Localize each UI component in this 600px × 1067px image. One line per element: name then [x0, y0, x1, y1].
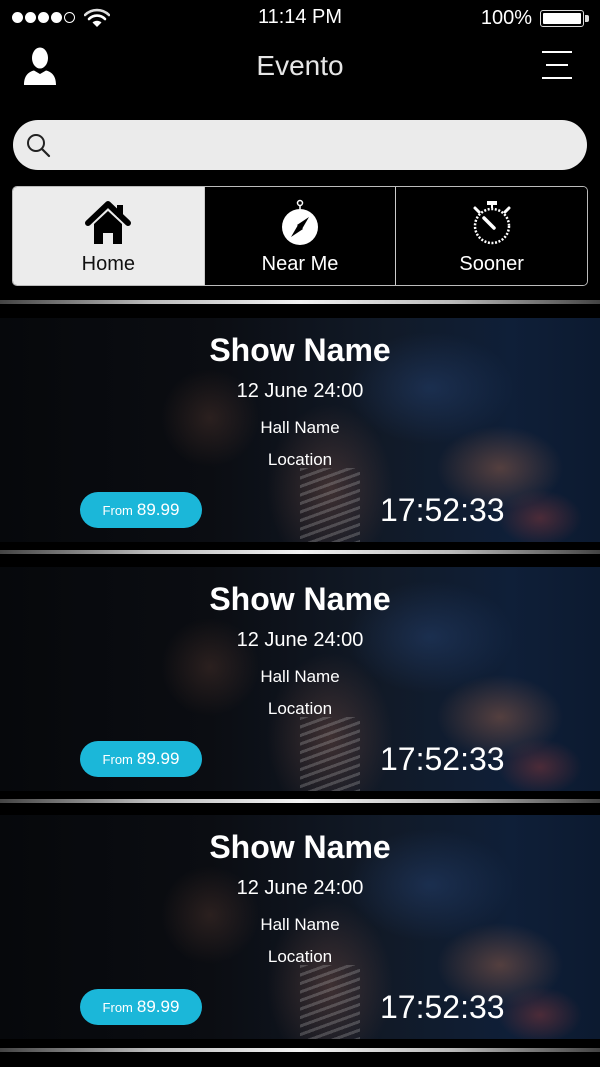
divider: [0, 550, 600, 554]
event-date: 12 June 24:00: [236, 629, 364, 651]
search-input[interactable]: [63, 120, 567, 170]
divider: [0, 300, 600, 304]
price-button[interactable]: From 89.99: [80, 492, 202, 528]
tab-home[interactable]: Home: [13, 187, 204, 285]
countdown-timer: 17:52:33: [380, 989, 505, 1025]
event-location: Location: [267, 450, 333, 469]
tab-label: Near Me: [261, 253, 339, 275]
price-prefix: From: [102, 502, 133, 518]
event-card[interactable]: Show Name 12 June 24:00 Hall Name Locati…: [0, 567, 600, 791]
event-location: Location: [267, 699, 333, 718]
nav-header: Evento: [0, 36, 600, 100]
battery-percent: 100%: [480, 7, 532, 29]
compass-icon: [282, 199, 318, 245]
stopwatch-icon: [473, 201, 511, 245]
event-card[interactable]: Show Name 12 June 24:00 Hall Name Locati…: [0, 318, 600, 542]
event-location: Location: [267, 947, 333, 966]
price-value: 89.99: [136, 997, 180, 1016]
menu-icon[interactable]: [542, 50, 572, 80]
price-prefix: From: [102, 751, 133, 767]
app-screen: 11:14 PM 100% Evento Home Near Me Sooner…: [0, 0, 600, 1067]
event-hall: Hall Name: [260, 418, 340, 437]
category-tabs: Home Near Me Sooner: [12, 186, 588, 286]
tab-label: Home: [81, 253, 136, 275]
divider: [0, 799, 600, 803]
event-hall: Hall Name: [260, 667, 340, 686]
tab-near-me[interactable]: Near Me: [203, 187, 396, 285]
event-title: Show Name: [209, 581, 391, 617]
price-value: 89.99: [136, 500, 180, 519]
home-icon: [85, 201, 132, 244]
status-bar: 11:14 PM 100%: [0, 0, 600, 36]
price-prefix: From: [102, 999, 133, 1015]
event-title: Show Name: [209, 332, 391, 368]
profile-icon[interactable]: [22, 46, 58, 86]
tab-sooner[interactable]: Sooner: [395, 187, 587, 285]
countdown-timer: 17:52:33: [380, 741, 505, 777]
countdown-timer: 17:52:33: [380, 492, 505, 528]
search-icon: [27, 134, 51, 158]
price-button[interactable]: From 89.99: [80, 989, 202, 1025]
price-button[interactable]: From 89.99: [80, 741, 202, 777]
search-bar: [13, 120, 587, 170]
app-title: Evento: [256, 50, 344, 81]
divider: [0, 1048, 600, 1052]
event-hall: Hall Name: [260, 915, 340, 934]
event-date: 12 June 24:00: [236, 380, 364, 402]
price-value: 89.99: [136, 749, 180, 768]
tab-label: Sooner: [459, 253, 524, 275]
event-card[interactable]: Show Name 12 June 24:00 Hall Name Locati…: [0, 815, 600, 1039]
event-title: Show Name: [209, 829, 391, 865]
battery-icon: [540, 10, 584, 27]
event-date: 12 June 24:00: [236, 877, 364, 899]
